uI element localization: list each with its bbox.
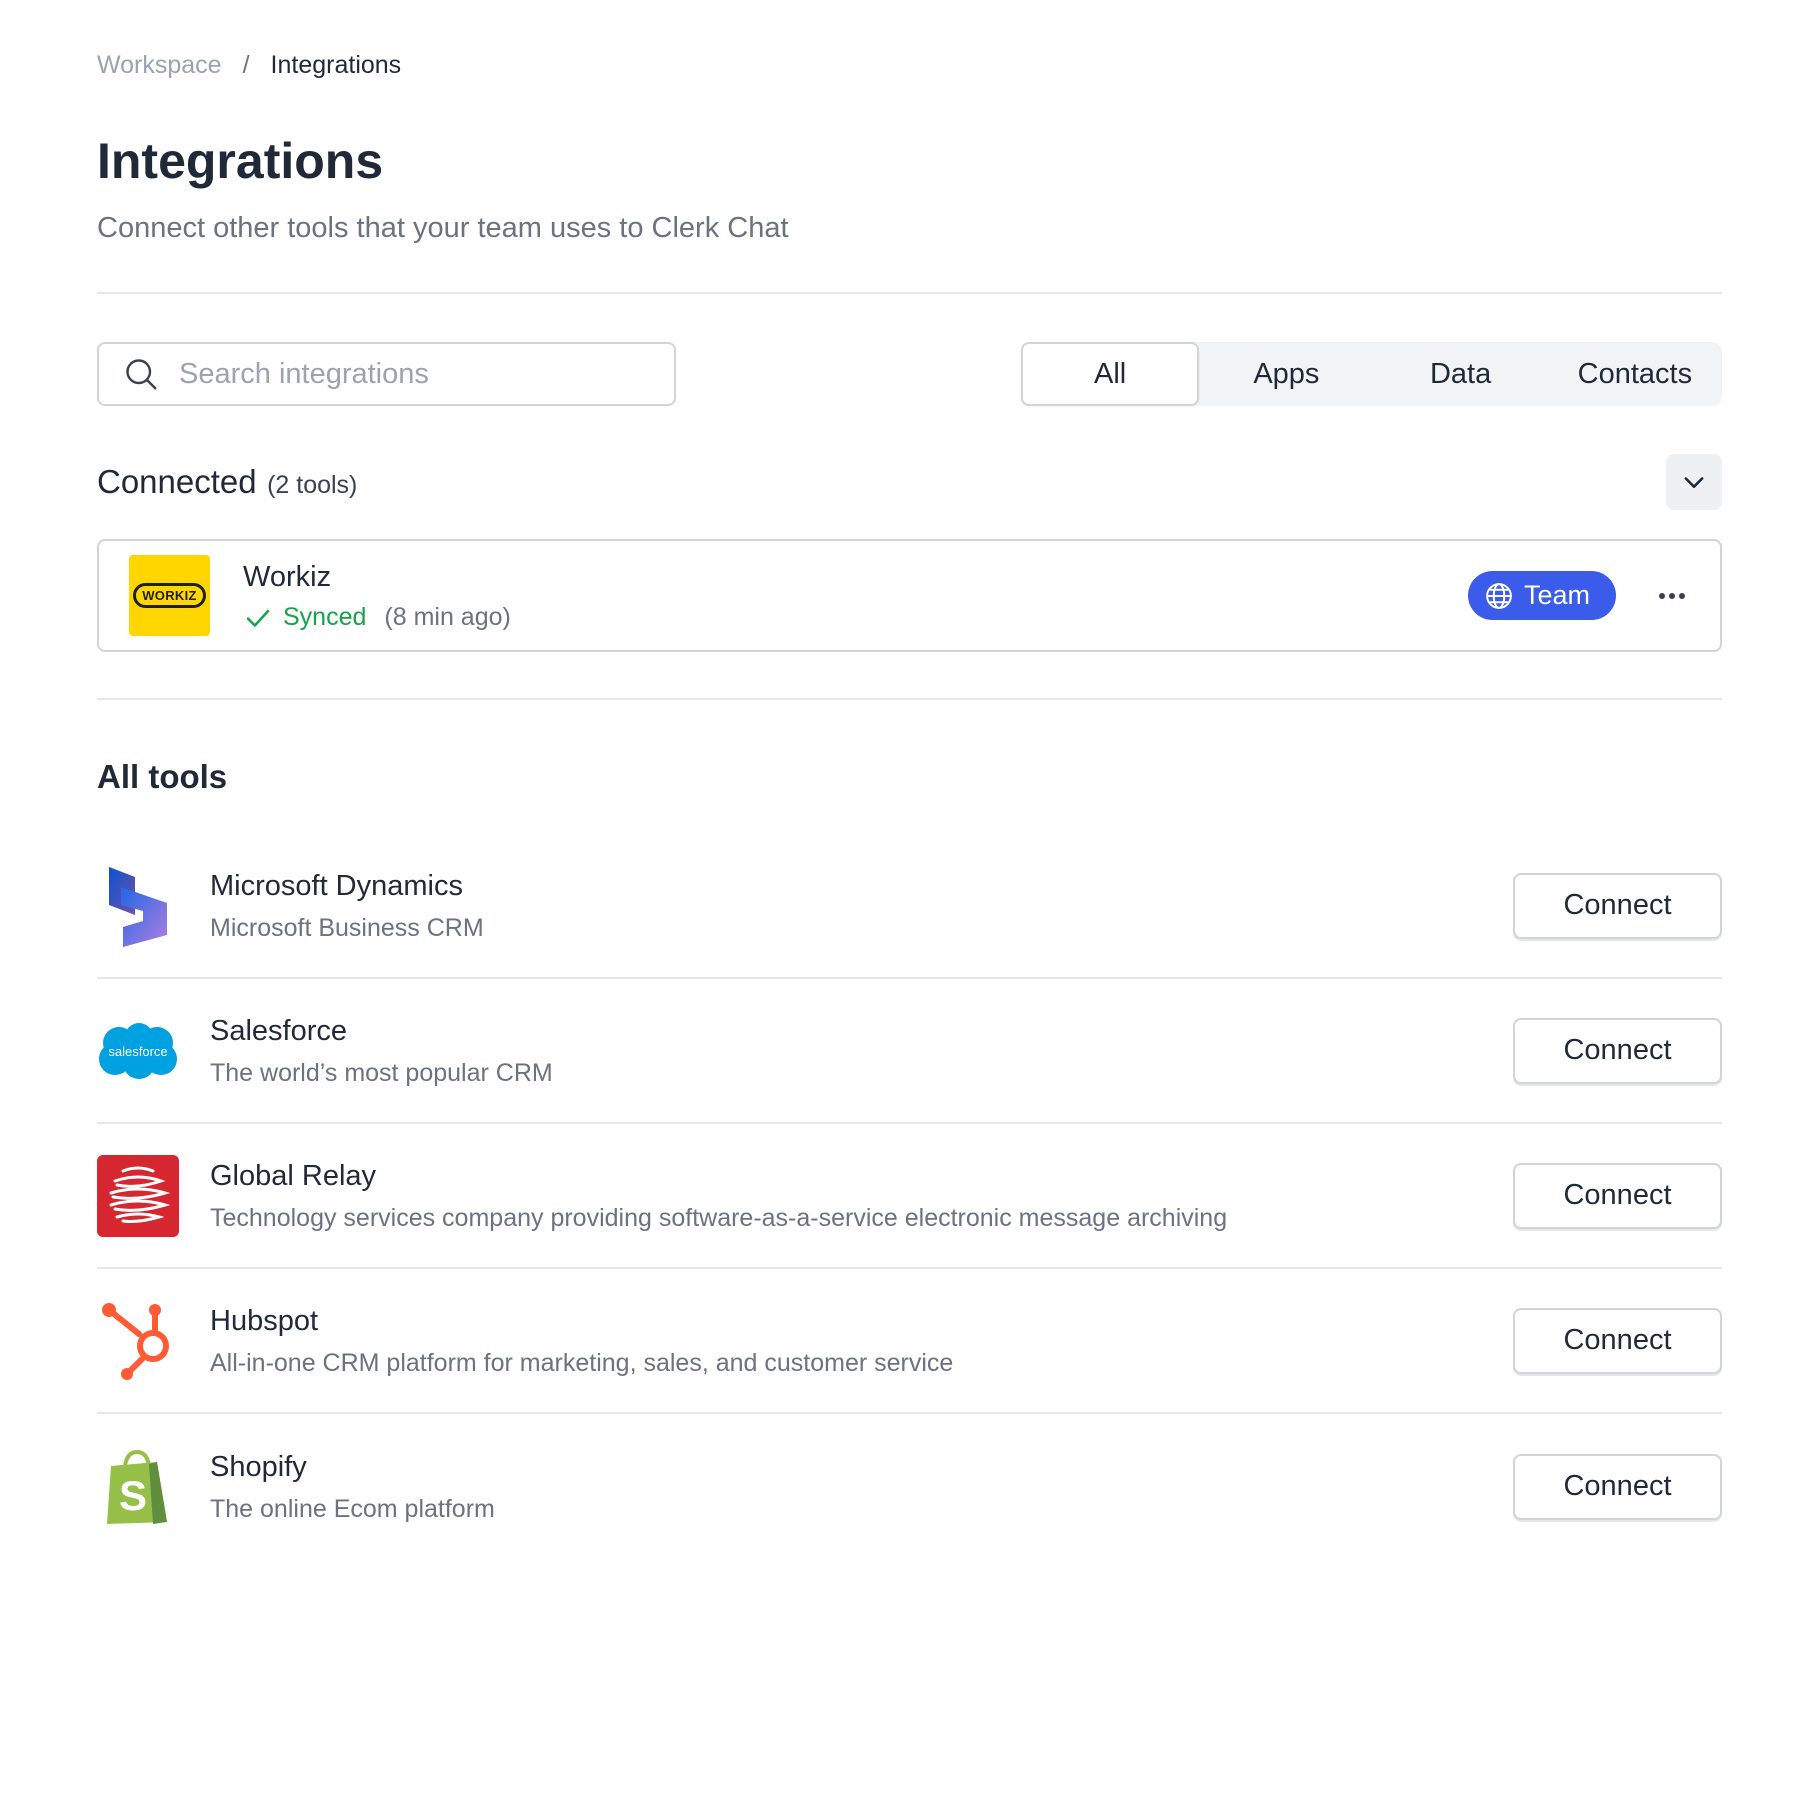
search-icon: [126, 359, 157, 390]
tab-all[interactable]: All: [1021, 342, 1200, 406]
globe-icon: [1486, 582, 1512, 609]
salesforce-icon: salesforce: [97, 1010, 179, 1092]
workiz-logo-text: WORKIZ: [133, 583, 206, 608]
salesforce-logo-text: salesforce: [108, 1044, 167, 1059]
tool-row-microsoft-dynamics: Microsoft Dynamics Microsoft Business CR…: [97, 834, 1722, 979]
header-divider: [97, 292, 1722, 294]
connect-salesforce-button[interactable]: Connect: [1513, 1017, 1722, 1084]
team-badge-label: Team: [1523, 580, 1590, 610]
search-input[interactable]: [179, 357, 619, 391]
hubspot-icon: [97, 1300, 179, 1382]
integrations-page: Workspace / Integrations Integrations Co…: [97, 48, 1722, 1559]
check-icon: [246, 609, 270, 627]
tool-name: Shopify: [210, 1450, 307, 1483]
connect-global-relay-button[interactable]: Connect: [1513, 1162, 1722, 1229]
tool-name: Hubspot: [210, 1304, 319, 1337]
tab-contacts[interactable]: Contacts: [1548, 342, 1722, 406]
sync-time: (8 min ago): [384, 603, 511, 631]
breadcrumb-current: Integrations: [270, 50, 402, 79]
tool-row-global-relay: Global Relay Technology services company…: [97, 1124, 1722, 1269]
tool-list: Microsoft Dynamics Microsoft Business CR…: [97, 834, 1722, 1559]
tool-row-salesforce: salesforce Salesforce The world’s most p…: [97, 979, 1722, 1124]
connected-tool-name: Workiz: [243, 560, 332, 593]
tool-name: Microsoft Dynamics: [210, 869, 463, 902]
team-badge[interactable]: Team: [1467, 571, 1616, 620]
page-title: Integrations: [97, 133, 384, 189]
tab-apps[interactable]: Apps: [1199, 342, 1373, 406]
breadcrumb-workspace-link[interactable]: Workspace: [97, 51, 222, 80]
more-options-button[interactable]: [1652, 576, 1692, 616]
tool-row-shopify: S Shopify The online Ecom platform Conne…: [97, 1414, 1722, 1559]
shopify-icon: S: [97, 1446, 179, 1528]
breadcrumb-separator: /: [242, 50, 250, 79]
workiz-logo: WORKIZ: [129, 555, 210, 636]
chevron-down-icon: [1684, 477, 1704, 488]
tool-row-hubspot: Hubspot All-in-one CRM platform for mark…: [97, 1269, 1722, 1414]
microsoft-dynamics-icon: [97, 865, 179, 947]
connect-hubspot-button[interactable]: Connect: [1513, 1307, 1722, 1374]
page-subtitle: Connect other tools that your team uses …: [97, 212, 789, 244]
breadcrumb: Workspace / Integrations: [97, 48, 1722, 82]
tool-description: All-in-one CRM platform for marketing, s…: [210, 1348, 954, 1377]
all-tools-title: All tools: [97, 758, 228, 795]
tool-description: The online Ecom platform: [210, 1494, 495, 1523]
tool-description: The world’s most popular CRM: [210, 1058, 553, 1087]
tool-name: Global Relay: [210, 1159, 377, 1192]
tool-name: Salesforce: [210, 1014, 348, 1047]
connect-microsoft-dynamics-button[interactable]: Connect: [1513, 872, 1722, 939]
global-relay-icon: [97, 1154, 179, 1237]
svg-text:S: S: [119, 1472, 147, 1519]
collapse-connected-button[interactable]: [1666, 454, 1722, 510]
filter-tabs: All Apps Data Contacts: [1021, 342, 1722, 406]
search-box: [97, 342, 676, 406]
connect-shopify-button[interactable]: Connect: [1513, 1453, 1722, 1520]
tab-data[interactable]: Data: [1374, 342, 1548, 406]
connected-section-header: Connected (2 tools): [97, 454, 1722, 510]
toolbar: All Apps Data Contacts: [97, 342, 1722, 406]
sync-status: Synced: [283, 603, 367, 631]
section-divider: [97, 698, 1722, 700]
tool-description: Technology services company providing so…: [210, 1203, 1228, 1232]
connected-tool-card: WORKIZ Workiz Synced (8 min ago) Team: [97, 539, 1722, 652]
connected-count: (2 tools): [267, 471, 358, 499]
more-horizontal-icon: [1659, 592, 1685, 599]
tool-description: Microsoft Business CRM: [210, 913, 484, 942]
connected-title: Connected: [97, 463, 257, 500]
sync-status-line: Synced (8 min ago): [243, 603, 1468, 633]
